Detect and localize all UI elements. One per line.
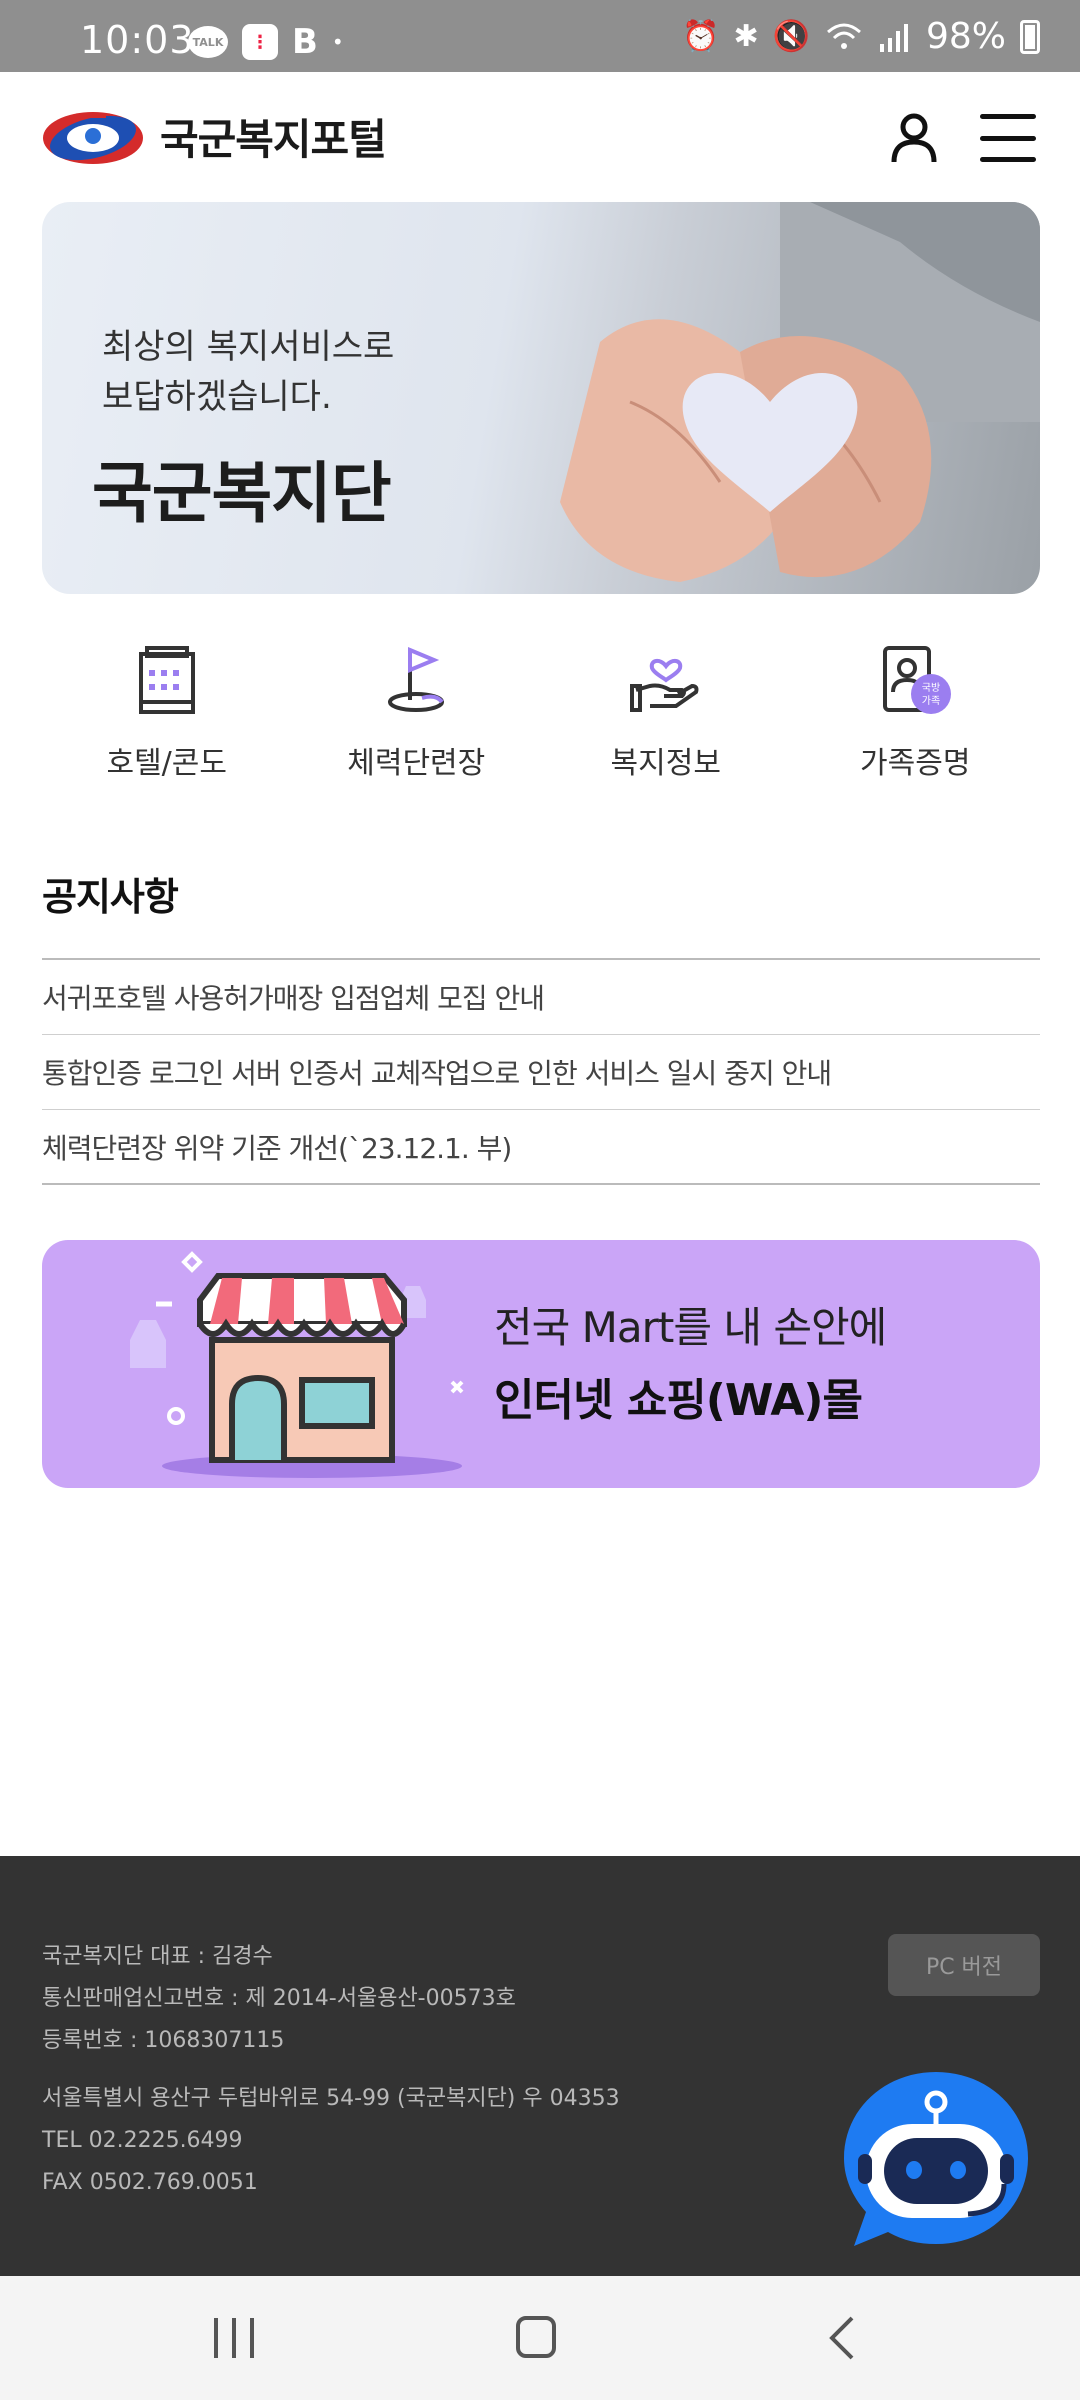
battery-level: 98% — [925, 16, 1006, 57]
internet-shopping-mall-banner[interactable]: 전국 Mart를 내 손안에 인터넷 쇼핑(WA)몰 — [42, 1240, 1040, 1488]
footer: 국군복지단 대표 : 김경수 통신판매업신고번호 : 제 2014-서울용산-0… — [0, 1856, 1080, 2276]
fax: FAX 0502.769.0051 — [42, 2170, 258, 2195]
notice-section-title: 공지사항 — [42, 875, 179, 919]
kakaotalk-icon: TALK — [188, 26, 228, 58]
hamburger-menu-icon[interactable] — [980, 114, 1036, 162]
quick-menu: 호텔/콘도 체력단련장 복지정보 국방 가족 가족증명 — [42, 640, 1040, 800]
site-title: 국군복지포털 — [160, 114, 387, 164]
dot-icon: • — [331, 30, 344, 54]
quick-menu-hotel[interactable]: 호텔/콘도 — [42, 640, 292, 800]
wifi-icon — [826, 23, 861, 49]
storefront-icon — [130, 1251, 464, 1478]
svg-text:가족: 가족 — [922, 695, 940, 707]
tel: TEL 02.2225.6499 — [42, 2128, 243, 2153]
status-bar: 10:03 TALK ⋮ B • ⏰ ✱ 🔇 98% — [0, 0, 1080, 72]
svg-text:국방: 국방 — [922, 682, 940, 694]
quick-menu-label: 호텔/콘도 — [106, 746, 227, 781]
notice-item[interactable]: 서귀포호텔 사용허가매장 입점업체 모집 안내 — [42, 960, 1040, 1035]
b-app-icon: B — [292, 22, 318, 62]
recent-apps-icon[interactable] — [214, 2318, 254, 2358]
registration-number: 등록번호 : 1068307115 — [42, 2028, 285, 2053]
alarm-icon: ⏰ — [682, 19, 720, 54]
address: 서울특별시 용산구 두텁바위로 54-99 (국군복지단) 우 04353 — [42, 2086, 620, 2111]
quick-menu-label: 복지정보 — [610, 746, 721, 781]
golf-flag-icon — [388, 647, 445, 712]
quick-menu-golf[interactable]: 체력단련장 — [292, 640, 542, 800]
notice-item[interactable]: 통합인증 로그인 서버 인증서 교체작업으로 인한 서비스 일시 중지 안내 — [42, 1035, 1040, 1110]
app-notification-icon: ⋮ — [242, 24, 278, 60]
quick-menu-label: 체력단련장 — [347, 746, 486, 781]
notice-item[interactable]: 체력단련장 위약 기준 개선(`23.12.1. 부) — [42, 1110, 1040, 1185]
system-icons: ⏰ ✱ 🔇 98% — [682, 16, 1040, 57]
user-icon[interactable] — [886, 110, 942, 166]
hotel-icon — [138, 646, 195, 714]
hero-banner[interactable]: 최상의 복지서비스로 보답하겠습니다. 국군복지단 — [42, 202, 1040, 594]
business-registration: 통신판매업신고번호 : 제 2014-서울용산-00573호 — [42, 1986, 516, 2011]
emblem-icon — [43, 112, 143, 164]
hero-title: 국군복지단 — [92, 455, 392, 532]
signal-icon — [879, 23, 908, 52]
home-icon[interactable] — [516, 2316, 556, 2358]
notification-icons: TALK ⋮ B • — [188, 22, 344, 62]
mall-banner-line1: 전국 Mart를 내 손안에 — [494, 1303, 887, 1352]
heart-hand-icon — [629, 659, 699, 712]
logo[interactable]: 국군복지포털 — [40, 102, 387, 170]
system-nav-bar — [0, 2276, 1080, 2400]
bluetooth-icon: ✱ — [733, 19, 759, 54]
app-header: 국군복지포털 — [0, 72, 1080, 200]
hero-subtitle: 최상의 복지서비스로 보답하겠습니다. — [102, 327, 395, 417]
mute-icon: 🔇 — [772, 19, 810, 54]
ceo-info: 국군복지단 대표 : 김경수 — [42, 1944, 273, 1969]
quick-menu-label: 가족증명 — [860, 746, 971, 781]
chatbot-icon[interactable] — [838, 2062, 1034, 2256]
mall-banner-line2: 인터넷 쇼핑(WA)몰 — [494, 1375, 863, 1426]
notice-list: 서귀포호텔 사용허가매장 입점업체 모집 안내 통합인증 로그인 서버 인증서 … — [42, 958, 1040, 1185]
company-info: 국군복지단 대표 : 김경수 통신판매업신고번호 : 제 2014-서울용산-0… — [42, 1936, 516, 2062]
quick-menu-welfare-info[interactable]: 복지정보 — [541, 640, 791, 800]
hands-heart-image — [560, 202, 1040, 582]
status-time: 10:03 — [80, 18, 195, 62]
battery-icon — [1020, 19, 1040, 54]
family-id-icon: 국방 가족 — [883, 646, 952, 714]
quick-menu-family-id[interactable]: 국방 가족 가족증명 — [791, 640, 1041, 800]
pc-version-button[interactable]: PC 버전 — [888, 1934, 1040, 1996]
contact-info: 서울특별시 용산구 두텁바위로 54-99 (국군복지단) 우 04353 TE… — [42, 2078, 620, 2204]
back-icon[interactable] — [822, 2314, 862, 2362]
